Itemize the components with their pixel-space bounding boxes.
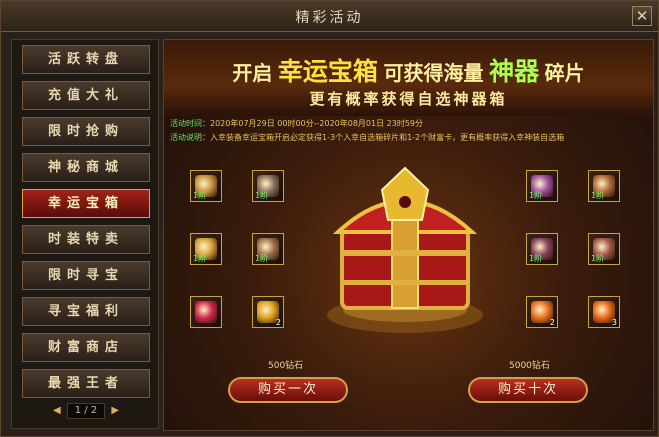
reward-grade: 1阶 — [529, 191, 543, 200]
activity-banner: 开启 幸运宝箱 可获得海量 神器 碎片 更有概率获得自选神器箱 — [164, 40, 653, 116]
reward-slot[interactable]: 1阶 — [588, 170, 620, 202]
reward-slot[interactable]: 1阶 — [252, 170, 284, 202]
reward-count: 2 — [549, 318, 555, 327]
activity-window: 精彩活动 ✕ ◀ 1 / 2 ▶ 活跃转盘 充值大礼 限时抢购 神秘商城 幸运宝箱 时装特… — [0, 0, 659, 437]
reward-slot[interactable]: 1阶 — [526, 170, 558, 202]
banner-text-1: 开启 — [232, 61, 273, 85]
sidebar-item-2[interactable]: 充值大礼 — [22, 81, 150, 110]
reward-count: 2 — [275, 318, 281, 327]
prev-page-button[interactable]: ◀ — [50, 405, 64, 416]
sidebar-item-7[interactable]: 限时寻宝 — [22, 261, 150, 290]
activity-desc-value: 入幸装备幸运宝箱开启必定获得1-3个入幸自选箱碎片和1-2个财富卡，更有概率获得… — [210, 133, 565, 142]
page-indicator: 1 / 2 — [67, 403, 105, 419]
lucky-chest-image — [327, 166, 483, 333]
reward-grade: 1阶 — [193, 254, 207, 263]
close-button[interactable]: ✕ — [632, 6, 652, 26]
gift-box-icon — [195, 301, 217, 323]
reward-slot[interactable] — [190, 296, 222, 328]
reward-grade: 1阶 — [193, 191, 207, 200]
sidebar-item-5[interactable]: 幸运宝箱 — [22, 189, 150, 218]
next-page-button[interactable]: ▶ — [108, 405, 122, 416]
reward-slot[interactable]: 3 — [588, 296, 620, 328]
reward-slot[interactable]: 2 — [526, 296, 558, 328]
title-bar: 精彩活动 ✕ — [1, 1, 658, 32]
reward-slot[interactable]: 2 — [252, 296, 284, 328]
sidebar-item-8[interactable]: 寻宝福利 — [22, 297, 150, 326]
reward-slot[interactable]: 1阶 — [190, 233, 222, 265]
reward-grade: 1阶 — [591, 254, 605, 263]
banner-text-3: 可获得海量 — [383, 61, 484, 85]
buy-once-price: 500钻石 — [268, 361, 304, 371]
reward-grade: 1阶 — [255, 191, 269, 200]
sidebar-item-10[interactable]: 最强王者 — [22, 369, 150, 398]
pager: ◀ 1 / 2 ▶ — [46, 403, 126, 419]
reward-count: 3 — [611, 318, 617, 327]
reward-slot[interactable]: 1阶 — [588, 233, 620, 265]
sidebar-item-3[interactable]: 限时抢购 — [22, 117, 150, 146]
buy-ten-button[interactable]: 购买十次 — [468, 377, 588, 403]
reward-grade: 1阶 — [591, 191, 605, 200]
buy-ten-price: 5000钻石 — [509, 361, 550, 371]
sidebar-item-6[interactable]: 时装特卖 — [22, 225, 150, 254]
activity-description: 活动说明：入幸装备幸运宝箱开启必定获得1-3个入幸自选箱碎片和1-2个财富卡，更… — [170, 132, 564, 143]
banner-text-5: 碎片 — [544, 61, 585, 85]
activity-time: 活动时间：2020年07月29日 00时00分--2020年08月01日 23时… — [170, 118, 423, 129]
reward-slot[interactable]: 1阶 — [526, 233, 558, 265]
reward-slot[interactable]: 1阶 — [252, 233, 284, 265]
main-panel: 开启 幸运宝箱 可获得海量 神器 碎片 更有概率获得自选神器箱 活动时间：202… — [163, 39, 654, 431]
sidebar-item-4[interactable]: 神秘商城 — [22, 153, 150, 182]
reward-grade: 1阶 — [529, 254, 543, 263]
window-title: 精彩活动 — [295, 10, 364, 26]
banner-headline: 开启 幸运宝箱 可获得海量 神器 碎片 — [164, 52, 653, 88]
activity-time-value: 2020年07月29日 00时00分--2020年08月01日 23时59分 — [210, 119, 424, 128]
banner-subline: 更有概率获得自选神器箱 — [309, 90, 508, 108]
banner-text-2: 幸运宝箱 — [277, 57, 378, 86]
activity-desc-label: 活动说明： — [170, 133, 210, 142]
buy-once-button[interactable]: 购买一次 — [228, 377, 348, 403]
sidebar-item-1[interactable]: 活跃转盘 — [22, 45, 150, 74]
reward-slot[interactable]: 1阶 — [190, 170, 222, 202]
banner-text-4: 神器 — [489, 57, 540, 86]
sidebar-item-9[interactable]: 财富商店 — [22, 333, 150, 362]
activity-time-label: 活动时间： — [170, 119, 210, 128]
sidebar: ◀ 1 / 2 ▶ 活跃转盘充值大礼限时抢购神秘商城幸运宝箱时装特卖限时寻宝寻宝… — [11, 39, 159, 429]
reward-grade: 1阶 — [255, 254, 269, 263]
